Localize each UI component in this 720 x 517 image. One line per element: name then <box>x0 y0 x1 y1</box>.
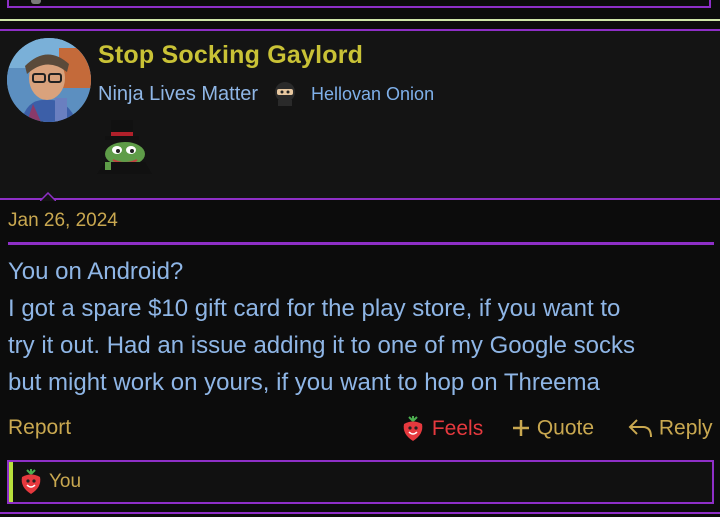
feels-label: Feels <box>431 417 484 440</box>
message-line: You on Android? <box>8 258 184 285</box>
user-banner: Hellovan Onion <box>311 84 435 104</box>
strawberry-icon <box>21 469 41 494</box>
quote-label: Quote <box>536 416 595 440</box>
avatar[interactable] <box>7 38 91 122</box>
previous-reaction-bar <box>7 0 711 8</box>
plus-icon <box>513 420 529 437</box>
message-body: You on Android? I got a spare $10 gift c… <box>8 253 714 401</box>
quote-button[interactable]: Quote <box>511 416 594 440</box>
message-line: I got a spare $10 gift card for the play… <box>8 295 621 322</box>
ninja-icon <box>275 82 295 106</box>
post-date[interactable]: Jan 26, 2024 <box>8 210 118 232</box>
reply-arrow-icon <box>628 419 652 438</box>
reply-button[interactable]: Reply <box>627 416 713 440</box>
strawberry-icon <box>403 416 423 441</box>
avatar-image <box>7 38 91 122</box>
caret-up-icon <box>40 192 56 201</box>
reply-label: Reply <box>658 416 713 440</box>
bottom-divider <box>0 512 720 514</box>
message-line: but might work on yours, if you want to … <box>8 369 600 396</box>
reactions-who[interactable]: You <box>49 471 81 493</box>
reactions-accent <box>9 462 13 502</box>
post-actions: Report Feels Quote Reply <box>0 412 720 446</box>
post-header: Stop Socking Gaylord Ninja Lives Matter … <box>0 29 720 200</box>
report-link[interactable]: Report <box>8 416 71 440</box>
previous-reaction-icon <box>31 0 41 4</box>
separator-light <box>0 19 720 21</box>
reactions-bar[interactable]: You <box>7 460 714 504</box>
message-line: try it out. Had an issue adding it to on… <box>8 332 635 359</box>
date-divider <box>8 242 714 245</box>
feels-button[interactable]: Feels <box>400 416 483 442</box>
pepe-hat-icon <box>97 120 152 174</box>
username[interactable]: Stop Socking Gaylord <box>98 41 363 70</box>
user-title: Ninja Lives Matter <box>98 83 259 105</box>
